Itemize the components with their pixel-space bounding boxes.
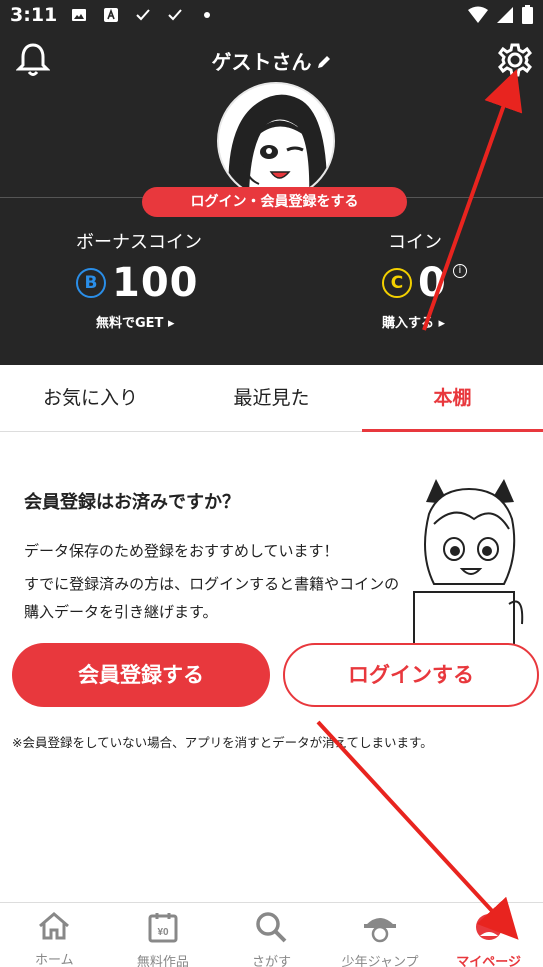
register-button[interactable]: 会員登録する [12, 643, 270, 707]
calendar-yen-icon: ¥0 [147, 911, 179, 947]
signal-icon [496, 6, 514, 28]
library-tabs: お気に入り 最近見た 本棚 [0, 365, 543, 432]
username-text: ゲストさん [211, 50, 312, 74]
avatar[interactable] [217, 82, 335, 200]
app-notification-icon [102, 6, 120, 24]
coin-section: コイン C 0 i 購入する ▸ [382, 228, 467, 331]
nav-free-label: 無料作品 [136, 955, 189, 967]
nav-mypage-label: マイページ [456, 955, 522, 967]
system-icons [468, 5, 533, 28]
free-badge-text: ¥0 [157, 927, 169, 938]
login-button[interactable]: ログインする [283, 643, 539, 707]
mascot-illustration [404, 474, 534, 650]
username[interactable]: ゲストさん [0, 46, 543, 75]
nav-mypage[interactable]: マイページ [434, 903, 543, 967]
notice-text: ※会員登録をしていない場合、アプリを消すとデータが消えてしまいます。 [12, 735, 433, 750]
check-icon [166, 6, 184, 24]
nav-jump[interactable]: 少年ジャンプ [326, 903, 435, 967]
coin-amount: 0 [418, 260, 447, 306]
nav-search[interactable]: さがす [217, 903, 326, 967]
registration-panel: 会員登録はお済みですか？ データ保存のため登録をおすすめしています！ すでに登録… [0, 432, 543, 902]
registration-desc-detail: すでに登録済みの方は、ログインすると書籍やコインの購入データを引き継げます。 [24, 575, 400, 621]
tab-recent[interactable]: 最近見た [181, 365, 362, 431]
nav-home-label: ホーム [34, 953, 74, 967]
registration-desc: データ保存のため登録をおすすめしています！ [24, 542, 339, 560]
nav-search-label: さがす [251, 955, 291, 967]
tab-bookshelf[interactable]: 本棚 [362, 365, 543, 432]
login-register-button[interactable]: ログイン・会員登録をする [142, 187, 407, 217]
info-icon[interactable]: i [452, 264, 467, 278]
status-time: 3:11 [10, 4, 58, 26]
bottom-navigation: ホーム ¥0 無料作品 さがす 少年ジャンプ マイページ [0, 902, 543, 967]
bonus-coin-section: ボーナスコイン B 100 無料でGET ▸ [76, 228, 202, 331]
search-icon [254, 911, 288, 947]
free-get-link[interactable]: 無料でGET ▸ [76, 312, 202, 331]
coin-icon: C [382, 268, 412, 298]
nav-free[interactable]: ¥0 無料作品 [109, 903, 218, 967]
nav-home[interactable]: ホーム [0, 903, 109, 967]
check-icon [134, 6, 152, 24]
bonus-coin-amount: 100 [112, 260, 199, 306]
home-icon [37, 911, 71, 945]
nav-jump-label: 少年ジャンプ [341, 955, 419, 967]
image-notification-icon [70, 6, 88, 24]
profile-header: ゲストさん ログイン・会員登録をする ボーナスコイン B 100 無料でGET … [0, 30, 543, 365]
jump-pirate-icon [362, 911, 398, 947]
bonus-coin-icon: B [76, 268, 106, 298]
battery-icon [522, 5, 533, 28]
registration-title: 会員登録はお済みですか？ [24, 492, 240, 513]
pencil-icon [316, 51, 332, 75]
coin-label: コイン [388, 232, 442, 253]
notification-icons [70, 6, 216, 24]
wifi-icon [468, 6, 488, 28]
gear-icon[interactable] [497, 42, 533, 78]
purchase-link[interactable]: 購入する ▸ [382, 312, 467, 331]
tab-favorites[interactable]: お気に入り [0, 365, 181, 431]
mypage-icon [473, 911, 505, 947]
dot-icon [198, 6, 216, 24]
status-bar: 3:11 [0, 0, 543, 30]
bonus-coin-label: ボーナスコイン [76, 232, 202, 253]
